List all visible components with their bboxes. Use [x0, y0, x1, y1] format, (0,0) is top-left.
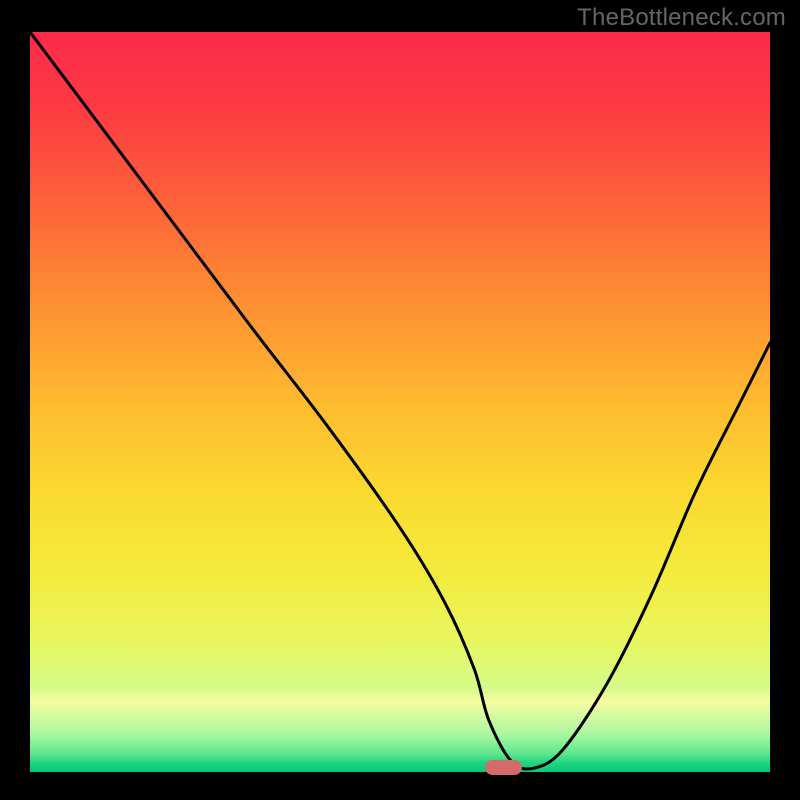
chart-frame: TheBottleneck.com	[0, 0, 800, 800]
optimal-marker	[485, 760, 522, 775]
bottleneck-curve	[30, 32, 770, 772]
watermark-label: TheBottleneck.com	[577, 4, 786, 32]
plot-area	[30, 32, 770, 772]
